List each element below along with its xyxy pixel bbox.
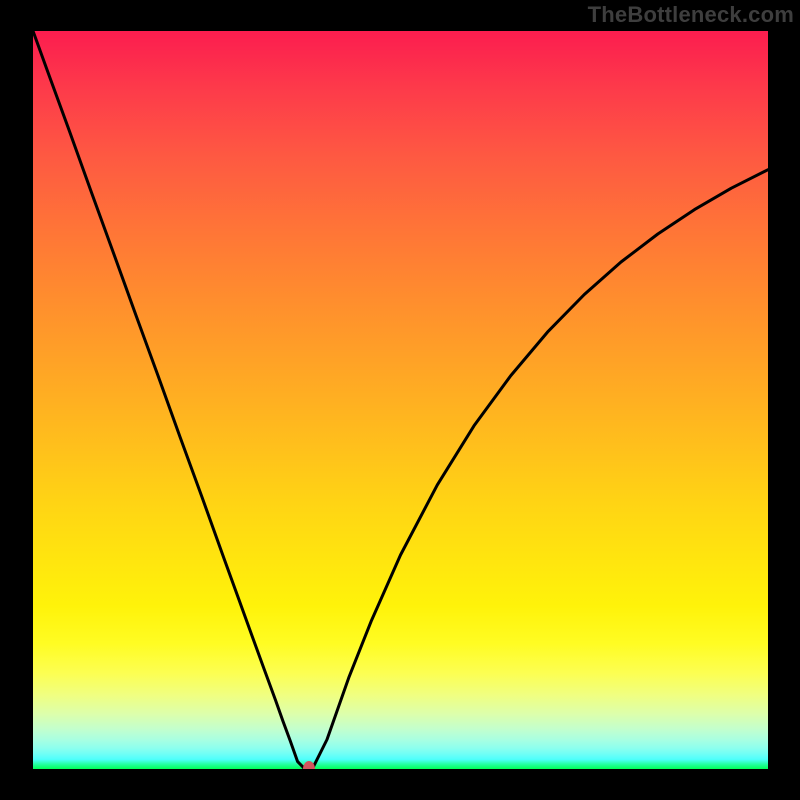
- chart-frame: TheBottleneck.com: [0, 0, 800, 800]
- bottleneck-curve: [33, 31, 768, 769]
- watermark-text: TheBottleneck.com: [588, 2, 794, 28]
- plot-area: [33, 31, 768, 769]
